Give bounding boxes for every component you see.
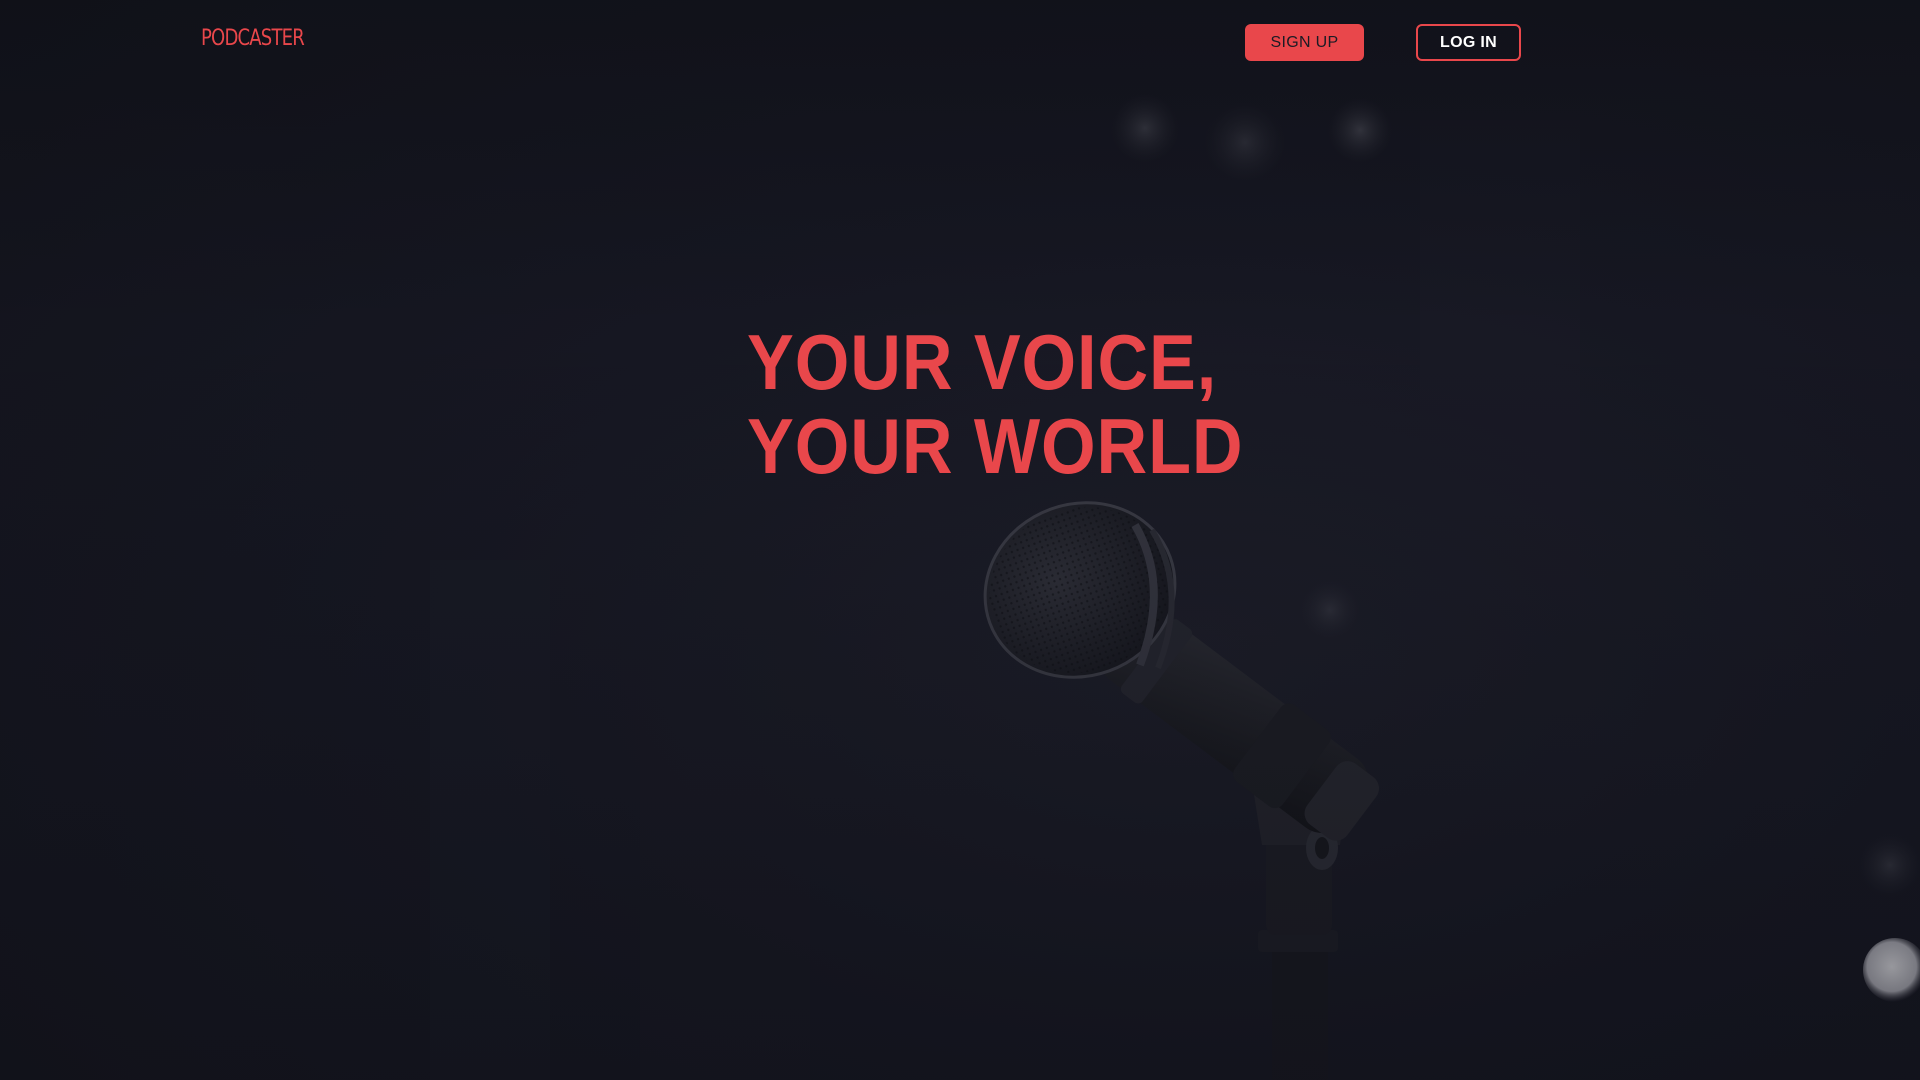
landing-page: PODCASTER SIGN UP LOG IN YOUR VOICE, YOU… (0, 0, 1920, 1080)
microphone-background-photo (0, 0, 1920, 1080)
log-in-button[interactable]: LOG IN (1416, 24, 1521, 61)
brand-logo[interactable]: PODCASTER (201, 26, 305, 51)
hero-line-1: YOUR VOICE, (747, 318, 1218, 406)
top-navigation: PODCASTER SIGN UP LOG IN (0, 0, 1920, 90)
sign-up-button[interactable]: SIGN UP (1245, 24, 1364, 61)
hero-line-2: YOUR WORLD (747, 402, 1244, 490)
hero-headline: YOUR VOICE, YOUR WORLD (747, 320, 1307, 488)
